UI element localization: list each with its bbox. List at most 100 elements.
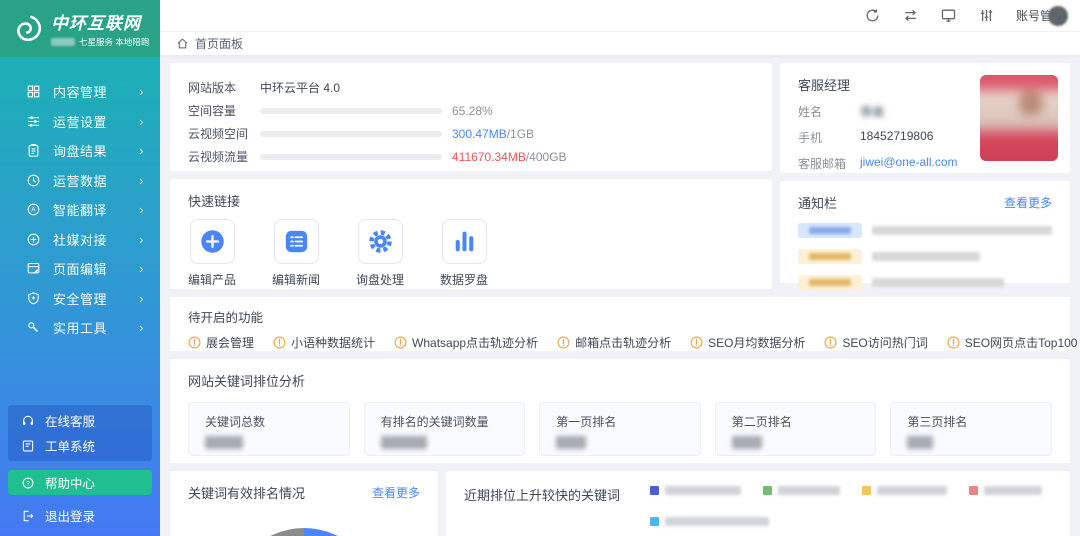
- sidebar: 中环互联网 七星服务 本地陪跑 内容管理 › 运营设置 › 询盘结果: [0, 0, 160, 536]
- notices-title: 通知栏: [798, 193, 837, 212]
- sidebar-item-security-management[interactable]: 安全管理 ›: [0, 284, 160, 314]
- chevron-right-icon: ›: [139, 143, 144, 158]
- brand-name: 中环互联网: [51, 9, 149, 34]
- sidebar-item-label: 在线客服: [45, 411, 95, 430]
- sidebar-item-label: 实用工具: [53, 318, 107, 337]
- manager-phone-value: 18452719806: [860, 129, 933, 146]
- manager-email-link[interactable]: jiwei@one-all.com: [860, 155, 958, 172]
- legend-item: [650, 486, 741, 495]
- notice-badge: [798, 249, 862, 264]
- video-traffic-label: 云视频流量: [188, 148, 260, 165]
- redacted-stat-value: [907, 436, 933, 449]
- sidebar-item-label: 社媒对接: [53, 230, 107, 249]
- notices-card: 通知栏 查看更多: [780, 181, 1070, 283]
- connect-plus-icon: [26, 232, 41, 247]
- redacted-legend-text: [778, 486, 840, 495]
- quick-links-card: 快速链接 编辑产品: [170, 179, 772, 289]
- sidebar-item-page-editor[interactable]: 页面编辑 ›: [0, 254, 160, 284]
- pending-feature-item[interactable]: SEO月均数据分析: [690, 334, 805, 351]
- warning-icon: [557, 336, 570, 349]
- stat-second-page-rank: 第二页排名: [715, 402, 877, 456]
- video-space-label: 云视频空间: [188, 125, 260, 142]
- chevron-right-icon: ›: [139, 84, 144, 99]
- chevron-right-icon: ›: [139, 291, 144, 306]
- video-space-value: 300.47MB: [452, 127, 507, 141]
- pending-feature-item[interactable]: 邮箱点击轨迹分析: [557, 334, 671, 351]
- avatar[interactable]: [1048, 6, 1068, 26]
- logout-icon: [21, 509, 35, 523]
- redacted-legend-text: [877, 486, 947, 495]
- sidebar-item-help-center[interactable]: ? 帮助中心: [8, 470, 152, 495]
- stat-total-keywords: 关键词总数: [188, 402, 350, 456]
- brand-tagline: 七星服务 本地陪跑: [79, 36, 149, 48]
- rising-keywords-legend: [650, 483, 1052, 526]
- quick-link-edit-news[interactable]: 编辑新闻: [272, 219, 320, 288]
- service-manager-card: 客服经理 姓名 季维 手机 18452719806 客服邮箱 jiwei@one…: [780, 63, 1070, 173]
- swap-icon[interactable]: [902, 7, 919, 24]
- quick-link-label: 数据罗盘: [440, 271, 488, 288]
- legend-item: [969, 486, 1042, 495]
- sidebar-item-ticket-system[interactable]: 工单系统: [8, 433, 152, 458]
- monitor-icon[interactable]: [940, 7, 957, 24]
- sidebar-item-social-media[interactable]: 社媒对接 ›: [0, 225, 160, 255]
- rising-keywords-card: 近期排位上升较快的关键词 排名: [446, 471, 1070, 536]
- quick-link-inquiry-processing[interactable]: 询盘处理: [356, 219, 404, 288]
- refresh-icon[interactable]: [864, 7, 881, 24]
- quick-link-label: 编辑新闻: [272, 271, 320, 288]
- notice-item[interactable]: [798, 223, 1052, 238]
- notice-item[interactable]: [798, 249, 1052, 264]
- sidebar-item-label: 运营设置: [53, 112, 107, 131]
- video-space-row: 云视频空间 300.47MB /1GB: [188, 122, 754, 145]
- notice-item[interactable]: [798, 275, 1052, 290]
- redacted-stat-value: [732, 436, 762, 449]
- sidebar-item-label: 询盘结果: [53, 141, 107, 160]
- headset-icon: [21, 414, 35, 428]
- video-traffic-progressbar: [260, 154, 442, 160]
- pending-features-list: 展会管理 小语种数据统计 Whatsapp点击轨迹分析 邮箱点击轨迹分析 SEO…: [188, 334, 1052, 351]
- brand-tagline-row: 七星服务 本地陪跑: [51, 36, 149, 48]
- sidebar-item-operation-data[interactable]: 运营数据 ›: [0, 166, 160, 196]
- space-capacity-row: 空间容量 65.28%: [188, 99, 754, 122]
- brand-logo-icon: [10, 12, 44, 46]
- video-traffic-row: 云视频流量 411670.34MB /400GB: [188, 145, 754, 168]
- quick-link-label: 询盘处理: [356, 271, 404, 288]
- effective-ranking-more-link[interactable]: 查看更多: [372, 484, 420, 501]
- work-order-icon: [21, 439, 35, 453]
- sidebar-item-label: 运营数据: [53, 171, 107, 190]
- effective-ranking-title: 关键词有效排名情况: [188, 483, 305, 502]
- filter-sliders-icon[interactable]: [978, 7, 995, 24]
- redacted-stat-value: [556, 436, 586, 449]
- notices-more-link[interactable]: 查看更多: [1004, 194, 1052, 211]
- space-label: 空间容量: [188, 102, 260, 119]
- brand-text: 中环互联网 七星服务 本地陪跑: [51, 9, 149, 48]
- content: 网站版本 中环云平台 4.0 空间容量 65.28% 云视频空间 300.47M…: [160, 56, 1080, 536]
- stat-first-page-rank: 第一页排名: [539, 402, 701, 456]
- account-menu[interactable]: 账号管理: [1016, 6, 1068, 26]
- redacted-notice-text: [872, 278, 1004, 287]
- sidebar-item-label: 帮助中心: [45, 473, 95, 492]
- topbar: 账号管理: [160, 0, 1080, 32]
- pending-feature-item[interactable]: Whatsapp点击轨迹分析: [394, 334, 538, 351]
- sidebar-item-content-management[interactable]: 内容管理 ›: [0, 77, 160, 107]
- pending-feature-item[interactable]: SEO网页点击Top100: [947, 334, 1078, 351]
- sidebar-item-logout[interactable]: 退出登录: [8, 503, 152, 528]
- sidebar-item-online-service[interactable]: 在线客服: [8, 408, 152, 433]
- quick-link-edit-products[interactable]: 编辑产品: [188, 219, 236, 288]
- breadcrumb[interactable]: 首页面板: [160, 32, 1080, 56]
- clipboard-icon: [26, 143, 41, 158]
- sidebar-item-smart-translation[interactable]: A 智能翻译 ›: [0, 195, 160, 225]
- warning-icon: [947, 336, 960, 349]
- sidebar-item-operation-settings[interactable]: 运营设置 ›: [0, 107, 160, 137]
- space-value: 65.28%: [452, 104, 493, 118]
- warning-icon: [188, 336, 201, 349]
- pending-feature-item[interactable]: SEO访问热门词: [824, 334, 927, 351]
- sidebar-item-utilities[interactable]: 实用工具 ›: [0, 313, 160, 343]
- redacted-notice-text: [872, 226, 1052, 235]
- quick-link-data-compass[interactable]: 数据罗盘: [440, 219, 488, 288]
- pending-feature-item[interactable]: 展会管理: [188, 334, 254, 351]
- site-overview-card: 网站版本 中环云平台 4.0 空间容量 65.28% 云视频空间 300.47M…: [170, 63, 772, 171]
- sidebar-item-inquiry-results[interactable]: 询盘结果 ›: [0, 136, 160, 166]
- pending-feature-item[interactable]: 小语种数据统计: [273, 334, 375, 351]
- version-row: 网站版本 中环云平台 4.0: [188, 76, 754, 99]
- breadcrumb-label: 首页面板: [195, 35, 243, 52]
